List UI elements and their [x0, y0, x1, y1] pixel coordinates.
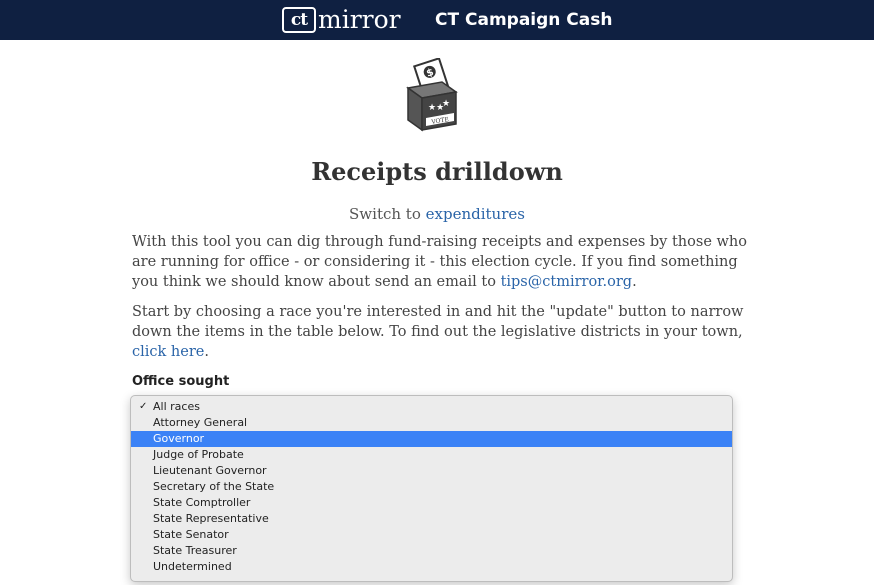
option-label: Lieutenant Governor: [153, 464, 267, 477]
top-bar: ct mirror CT Campaign Cash: [0, 0, 874, 40]
instructions-paragraph: Start by choosing a race you're interest…: [132, 302, 752, 362]
office-sought-dropdown[interactable]: ✓ All races Attorney General Governor Jud…: [130, 395, 733, 582]
option-secretary-of-the-state[interactable]: Secretary of the State: [131, 479, 732, 495]
office-sought-label: Office sought: [132, 374, 230, 389]
option-label: All races: [153, 400, 200, 413]
ct-logo-mark: ct: [282, 7, 316, 33]
option-attorney-general[interactable]: Attorney General: [131, 415, 732, 431]
logo-wordmark: mirror: [318, 5, 401, 34]
option-label: State Representative: [153, 512, 269, 525]
option-label: Undetermined: [153, 560, 232, 573]
instructions-text: Start by choosing a race you're interest…: [132, 304, 744, 340]
option-lieutenant-governor[interactable]: Lieutenant Governor: [131, 463, 732, 479]
option-label: Attorney General: [153, 416, 248, 429]
expenditures-link[interactable]: expenditures: [426, 205, 525, 223]
ctmirror-logo[interactable]: ct mirror: [282, 6, 401, 34]
option-state-senator[interactable]: State Senator: [131, 527, 732, 543]
option-state-representative[interactable]: State Representative: [131, 511, 732, 527]
instructions-period: .: [204, 344, 209, 360]
option-state-treasurer[interactable]: State Treasurer: [131, 543, 732, 559]
option-state-comptroller[interactable]: State Comptroller: [131, 495, 732, 511]
switch-prefix: Switch to: [349, 205, 421, 223]
check-icon: ✓: [139, 401, 148, 412]
option-label: Governor: [153, 432, 205, 445]
intro-period: .: [632, 274, 637, 290]
site-title[interactable]: CT Campaign Cash: [435, 8, 612, 32]
tips-email-link[interactable]: tips@ctmirror.org: [501, 274, 633, 290]
ballot-box-with-dollar-icon: $ ★★ ★ VOTE: [406, 58, 458, 132]
page-title: Receipts drilldown: [311, 157, 563, 186]
option-judge-of-probate[interactable]: Judge of Probate: [131, 447, 732, 463]
switch-view: Switch to expenditures: [0, 203, 874, 225]
option-all-races[interactable]: ✓ All races: [131, 399, 732, 415]
svg-text:★: ★: [442, 99, 450, 109]
intro-text: With this tool you can dig through fund-…: [132, 234, 747, 290]
intro-paragraph: With this tool you can dig through fund-…: [132, 232, 752, 292]
option-undetermined[interactable]: Undetermined: [131, 559, 732, 575]
option-label: Secretary of the State: [153, 480, 275, 493]
click-here-link[interactable]: click here: [132, 344, 204, 360]
option-label: State Senator: [153, 528, 229, 541]
option-governor[interactable]: Governor: [131, 431, 732, 447]
option-label: Judge of Probate: [153, 448, 244, 461]
option-label: State Treasurer: [153, 544, 237, 557]
option-label: State Comptroller: [153, 496, 251, 509]
